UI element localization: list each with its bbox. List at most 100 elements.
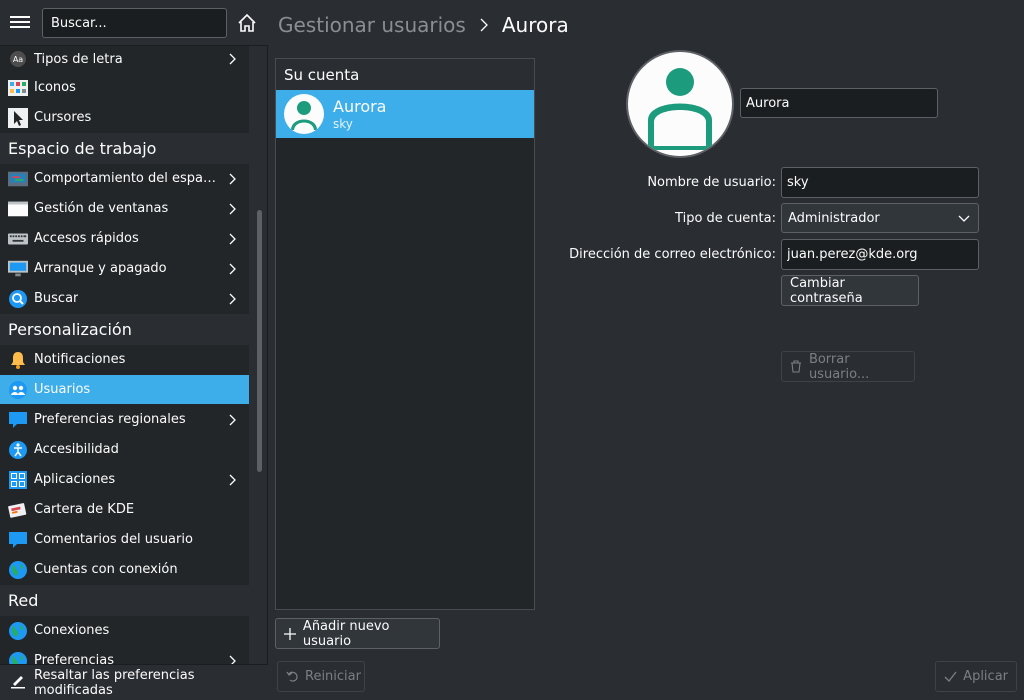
username-field[interactable] <box>781 167 979 198</box>
monitor-icon <box>8 259 28 279</box>
user-list-login: sky <box>333 117 353 131</box>
search-input[interactable] <box>42 8 227 38</box>
users-icon <box>8 380 28 400</box>
user-list-name: Aurora <box>333 97 387 116</box>
sidebar-item-applications[interactable]: Aplicaciones <box>0 465 249 495</box>
sidebar-item-label: Arranque y apagado <box>34 261 167 276</box>
sidebar-item-label: Preferencias regionales <box>34 412 186 427</box>
plus-icon <box>284 627 297 641</box>
sidebar-item-cursors[interactable]: Cursores <box>0 103 249 133</box>
delete-user-button[interactable]: Borrar usuario... <box>781 351 915 382</box>
chevron-right-icon <box>229 655 236 664</box>
section-network: Red <box>0 585 249 616</box>
sidebar-item-label: Iconos <box>34 80 76 95</box>
delete-user-label: Borrar usuario... <box>808 351 870 382</box>
sidebar: Aa Tipos de letra Iconos Cursores Espaci… <box>0 0 268 700</box>
sidebar-item-shortcuts[interactable]: Accesos rápidos <box>0 224 249 254</box>
highlight-changed-settings[interactable]: Resaltar las preferencias modificadas <box>0 664 268 700</box>
undo-icon <box>286 670 299 684</box>
cursor-icon <box>8 107 28 128</box>
trash-icon <box>790 360 803 374</box>
sidebar-item-label: Accesibilidad <box>34 442 119 457</box>
chat-icon <box>8 410 28 430</box>
sidebar-item-connections[interactable]: Conexiones <box>0 616 249 646</box>
chevron-right-icon <box>229 474 236 486</box>
sidebar-item-notifications[interactable]: Notificaciones <box>0 345 249 375</box>
reset-label: Reiniciar <box>305 669 361 684</box>
sidebar-item-online-accounts[interactable]: Cuentas con conexión <box>0 555 249 585</box>
breadcrumb-parent[interactable]: Gestionar usuarios <box>278 13 466 37</box>
add-user-button[interactable]: Añadir nuevo usuario <box>275 618 440 649</box>
your-account-heading: Su cuenta <box>276 59 534 90</box>
chevron-right-icon <box>229 173 236 185</box>
account-type-select[interactable]: Administrador <box>781 203 979 233</box>
sidebar-item-icons[interactable]: Iconos <box>0 73 249 103</box>
sidebar-item-fonts[interactable]: Aa Tipos de letra <box>0 46 249 73</box>
chevron-right-icon <box>229 414 236 426</box>
email-field[interactable] <box>781 239 979 270</box>
chevron-right-icon <box>229 53 236 65</box>
user-list-item[interactable]: Aurora sky <box>276 90 534 138</box>
sidebar-item-regional[interactable]: Preferencias regionales <box>0 405 249 435</box>
sidebar-item-label: Usuarios <box>34 382 91 397</box>
breadcrumb: Gestionar usuarios Aurora <box>269 0 1024 50</box>
sidebar-item-users[interactable]: Usuarios <box>0 375 249 405</box>
sidebar-item-label: Comentarios del usuario <box>34 532 193 547</box>
section-personalization: Personalización <box>0 314 249 345</box>
apps-icon <box>8 470 28 490</box>
chevron-right-icon <box>480 18 488 32</box>
font-icon: Aa <box>8 49 28 69</box>
highlight-label: Resaltar las preferencias modificadas <box>34 667 195 698</box>
account-type-label: Tipo de cuenta: <box>675 211 776 226</box>
reset-button[interactable]: Reiniciar <box>277 661 365 692</box>
sidebar-scrollbar[interactable] <box>257 210 262 472</box>
avatar <box>284 94 324 134</box>
username-label: Nombre de usuario: <box>647 175 776 190</box>
users-list-panel: Su cuenta Aurora sky <box>275 58 535 610</box>
apply-button[interactable]: Aplicar <box>935 661 1017 692</box>
page-title: Aurora <box>501 13 569 37</box>
check-icon <box>944 670 957 684</box>
sidebar-item-startup-shutdown[interactable]: Arranque y apagado <box>0 254 249 284</box>
hamburger-menu-icon[interactable] <box>10 13 30 31</box>
bell-icon <box>8 350 28 370</box>
desktop-behavior-icon <box>8 169 28 189</box>
change-password-button[interactable]: Cambiar contraseña <box>781 275 919 306</box>
sidebar-item-label: Tipos de letra <box>34 51 123 67</box>
sidebar-item-label: Cuentas con conexión <box>34 562 178 577</box>
chevron-right-icon <box>229 203 236 215</box>
icons-icon <box>8 78 28 98</box>
sidebar-item-label: Preferencias <box>34 653 115 664</box>
search-icon <box>8 289 28 309</box>
sidebar-toolbar <box>0 0 268 46</box>
globe-icon <box>8 560 28 580</box>
sidebar-item-label: Aplicaciones <box>34 472 116 487</box>
change-password-label: Cambiar contraseña <box>790 275 863 306</box>
home-icon[interactable] <box>236 12 260 34</box>
svg-text:Aa: Aa <box>13 55 23 64</box>
sidebar-item-label: Cartera de KDE <box>34 502 135 517</box>
accessibility-icon <box>8 440 28 460</box>
section-workspace: Espacio de trabajo <box>0 133 249 164</box>
globe-icon <box>8 621 28 641</box>
sidebar-item-window-management[interactable]: Gestión de ventanas <box>0 194 249 224</box>
sidebar-item-workspace-behavior[interactable]: Comportamiento del espacio... <box>0 164 249 194</box>
apply-label: Aplicar <box>963 669 1008 684</box>
sidebar-item-user-feedback[interactable]: Comentarios del usuario <box>0 525 249 555</box>
sidebar-item-accessibility[interactable]: Accesibilidad <box>0 435 249 465</box>
sidebar-item-search[interactable]: Buscar <box>0 284 249 314</box>
chevron-right-icon <box>229 233 236 245</box>
highlight-pen-icon <box>10 673 26 693</box>
globe-icon <box>8 651 28 664</box>
sidebar-item-label: Notificaciones <box>34 352 126 367</box>
chevron-right-icon <box>229 263 236 275</box>
feedback-icon <box>8 530 28 550</box>
keyboard-icon <box>8 229 28 249</box>
account-type-value: Administrador <box>788 210 880 226</box>
window-icon <box>8 199 28 219</box>
real-name-field[interactable] <box>740 88 938 118</box>
sidebar-item-network-preferences[interactable]: Preferencias <box>0 646 249 664</box>
sidebar-item-kde-wallet[interactable]: Cartera de KDE <box>0 495 249 525</box>
user-avatar-large[interactable] <box>626 50 734 158</box>
sidebar-item-label: Comportamiento del espacio... <box>34 171 222 186</box>
